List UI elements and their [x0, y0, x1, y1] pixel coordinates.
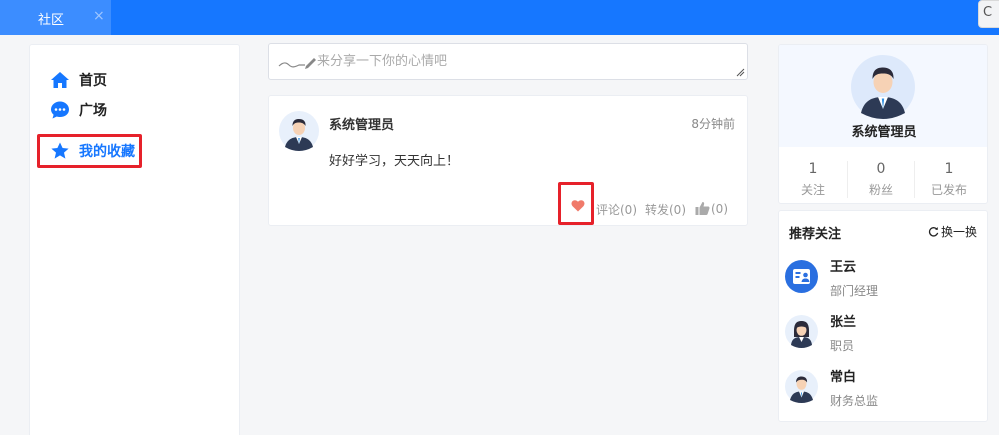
thumbs-up-icon: [695, 202, 710, 215]
share-button[interactable]: 转发(0): [645, 201, 686, 218]
heart-icon: [571, 200, 585, 212]
avatar: [785, 370, 818, 403]
favorite-button[interactable]: [558, 182, 594, 225]
sidebar-item-square[interactable]: 广场: [50, 99, 107, 121]
stat-label: 粉丝: [868, 183, 893, 197]
recommend-user-role: 部门经理: [830, 284, 879, 298]
top-right-button[interactable]: C: [978, 0, 999, 28]
chat-bubble-icon: [51, 101, 69, 119]
avatar[interactable]: [279, 111, 319, 151]
left-sidebar: 首页 广场 我的收藏: [29, 44, 240, 435]
sidebar-item-label: 广场: [79, 103, 107, 119]
stat-value: 1: [944, 161, 954, 177]
stat-followers[interactable]: 0 粉丝: [847, 161, 915, 198]
recommend-user-role: 职员: [830, 339, 855, 353]
like-count: (0): [711, 201, 728, 216]
sidebar-item-home[interactable]: 首页: [50, 69, 107, 91]
home-icon: [51, 72, 69, 88]
recommend-user-name: 常白: [830, 370, 857, 385]
stat-value: 0: [876, 161, 886, 177]
profile-card: 系统管理员 1 关注 0 粉丝 1 已发布: [778, 44, 988, 204]
top-tab-bar: 社区 × C: [0, 0, 999, 35]
refresh-button[interactable]: 换一换: [928, 223, 977, 240]
like-button[interactable]: (0): [695, 201, 728, 216]
sidebar-item-favorites[interactable]: 我的收藏: [37, 134, 142, 168]
comment-button[interactable]: 评论(0): [596, 201, 637, 218]
compose-box[interactable]: [268, 43, 748, 80]
post-content: 好好学习，天天向上！: [329, 154, 460, 169]
sidebar-item-label: 我的收藏: [79, 144, 135, 160]
resize-handle-icon[interactable]: [736, 68, 745, 77]
recommend-user[interactable]: 王云 部门经理: [785, 256, 985, 300]
recommend-title: 推荐关注: [789, 227, 842, 242]
stat-value: 1: [808, 161, 818, 177]
recommend-user[interactable]: 张兰 职员: [785, 311, 985, 355]
post-author[interactable]: 系统管理员: [329, 114, 394, 133]
id-card-icon: [785, 260, 818, 293]
stat-following[interactable]: 1 关注: [779, 161, 847, 198]
recommend-user[interactable]: 常白 财务总监: [785, 366, 985, 410]
profile-avatar[interactable]: [851, 55, 915, 119]
sidebar-item-label: 首页: [79, 73, 107, 89]
tab-community[interactable]: 社区 ×: [0, 0, 111, 35]
profile-name: 系统管理员: [851, 125, 917, 140]
tab-label: 社区: [38, 13, 65, 28]
close-icon[interactable]: ×: [93, 8, 105, 24]
stat-label: 关注: [800, 183, 825, 197]
post-time: 8分钟前: [691, 117, 735, 131]
stat-published[interactable]: 1 已发布: [915, 161, 983, 198]
recommend-user-name: 张兰: [830, 315, 857, 330]
recommend-user-role: 财务总监: [830, 394, 879, 408]
recommend-user-name: 王云: [830, 260, 857, 275]
star-icon: [51, 142, 69, 159]
compose-input[interactable]: [317, 49, 717, 73]
post-card: 系统管理员 8分钟前 好好学习，天天向上！ 评论(0) 转发(0) (0): [268, 95, 748, 226]
avatar: [785, 315, 818, 348]
pen-icon: [278, 58, 316, 69]
refresh-icon: [928, 227, 939, 237]
refresh-label: 换一换: [940, 225, 977, 239]
stat-label: 已发布: [930, 183, 967, 197]
recommend-panel: 推荐关注 换一换 王云 部门经理 张兰 职员 常白 财务总监: [778, 210, 988, 422]
